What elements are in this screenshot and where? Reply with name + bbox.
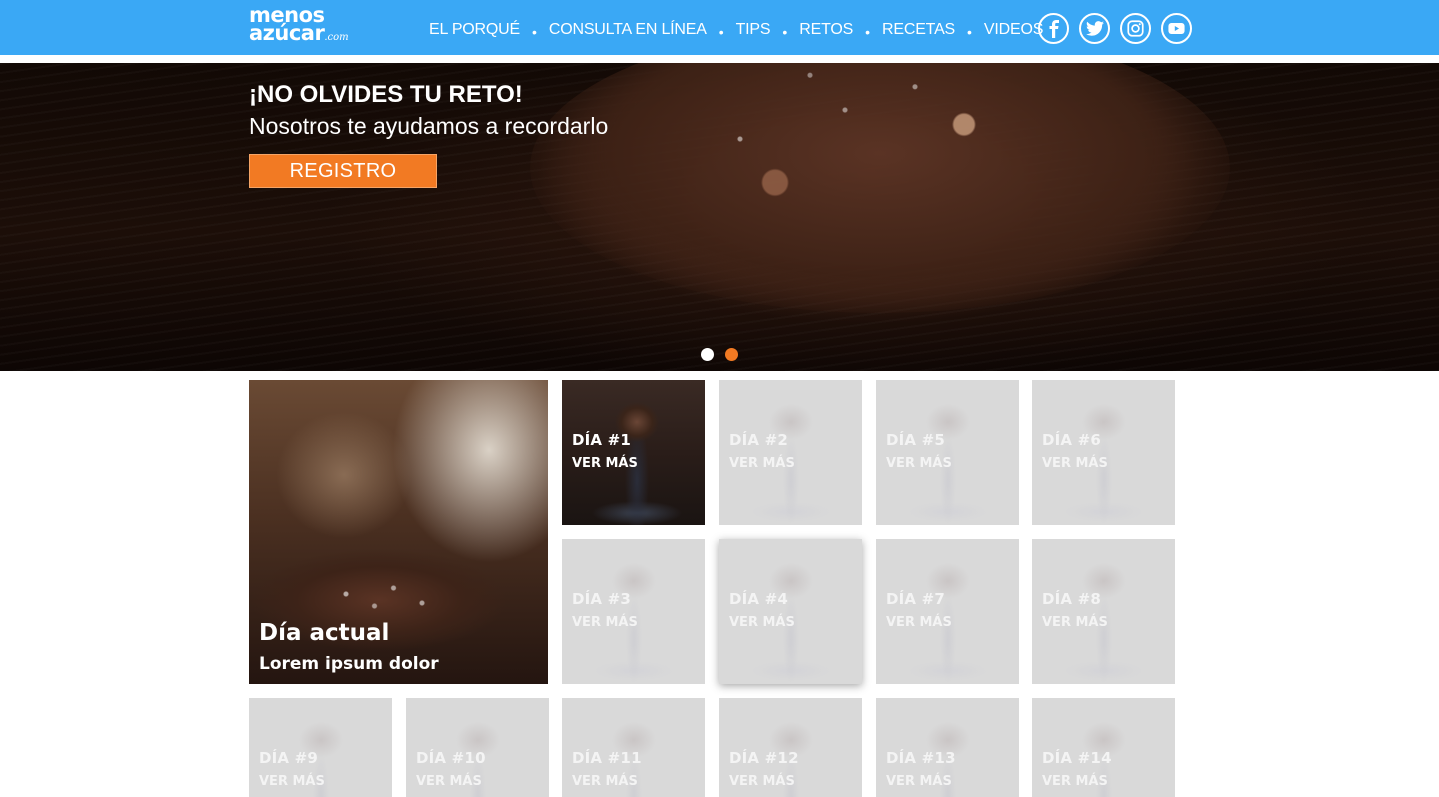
day-card-6[interactable]: DÍA #6 VER MÁS <box>1032 380 1175 525</box>
day-card-link[interactable]: VER MÁS <box>729 456 795 471</box>
day-card-link[interactable]: VER MÁS <box>729 615 795 630</box>
youtube-icon[interactable] <box>1161 13 1192 44</box>
cupcake-image <box>562 539 705 684</box>
day-card-title: DÍA #7 <box>886 590 946 608</box>
cupcake-image <box>876 380 1019 525</box>
day-card-link[interactable]: VER MÁS <box>886 774 952 789</box>
nav-separator: • <box>782 23 788 40</box>
day-card-link[interactable]: VER MÁS <box>259 774 325 789</box>
day-card-4[interactable]: DÍA #4 VER MÁS <box>719 539 862 684</box>
logo-line-2: azúcar.com <box>249 23 384 44</box>
day-card-link[interactable]: VER MÁS <box>886 615 952 630</box>
day-card-12[interactable]: DÍA #12 VER MÁS <box>719 698 862 797</box>
nav-item-videos[interactable]: VIDEOS <box>984 21 1043 39</box>
day-card-link[interactable]: VER MÁS <box>886 456 952 471</box>
carousel-dot-2[interactable] <box>725 348 738 361</box>
nav-item-retos[interactable]: RETOS <box>799 21 853 39</box>
day-card-title: DÍA #10 <box>416 749 486 767</box>
nav-item-recetas[interactable]: RECETAS <box>882 21 955 39</box>
nav-item-el-porque[interactable]: EL PORQUÉ <box>429 21 520 39</box>
day-card-10[interactable]: DÍA #10 VER MÁS <box>406 698 549 797</box>
day-card-link[interactable]: VER MÁS <box>416 774 482 789</box>
current-day-card[interactable]: Día actual Lorem ipsum dolor <box>249 380 548 684</box>
day-card-link[interactable]: VER MÁS <box>572 456 638 471</box>
social-links <box>1038 13 1192 44</box>
cupcake-image <box>719 380 862 525</box>
day-card-14[interactable]: DÍA #14 VER MÁS <box>1032 698 1175 797</box>
day-card-title: DÍA #13 <box>886 749 956 767</box>
day-card-9[interactable]: DÍA #9 VER MÁS <box>249 698 392 797</box>
day-card-link[interactable]: VER MÁS <box>572 774 638 789</box>
register-button[interactable]: REGISTRO <box>249 154 437 188</box>
day-card-title: DÍA #6 <box>1042 431 1102 449</box>
nav-separator: • <box>718 23 724 40</box>
day-card-link[interactable]: VER MÁS <box>1042 615 1108 630</box>
hero-banner: ¡NO OLVIDES TU RETO! Nosotros te ayudamo… <box>0 63 1439 371</box>
day-card-13[interactable]: DÍA #13 VER MÁS <box>876 698 1019 797</box>
current-day-title: Día actual <box>259 620 390 646</box>
day-card-title: DÍA #14 <box>1042 749 1112 767</box>
day-card-link[interactable]: VER MÁS <box>1042 456 1108 471</box>
day-card-8[interactable]: DÍA #8 VER MÁS <box>1032 539 1175 684</box>
cupcake-image <box>1032 539 1175 684</box>
day-card-link[interactable]: VER MÁS <box>1042 774 1108 789</box>
logo-suffix: .com <box>324 32 349 43</box>
twitter-icon[interactable] <box>1079 13 1110 44</box>
carousel-dot-1[interactable] <box>701 348 714 361</box>
cupcake-image <box>1032 380 1175 525</box>
day-card-title: DÍA #9 <box>259 749 319 767</box>
cupcake-image <box>876 539 1019 684</box>
nav-item-tips[interactable]: TIPS <box>736 21 771 39</box>
main-nav: EL PORQUÉ • CONSULTA EN LÍNEA • TIPS • R… <box>429 0 1043 59</box>
cupcake-image <box>719 539 862 684</box>
day-card-3[interactable]: DÍA #3 VER MÁS <box>562 539 705 684</box>
instagram-icon[interactable] <box>1120 13 1151 44</box>
day-card-title: DÍA #4 <box>729 590 789 608</box>
nav-item-consulta-en-linea[interactable]: CONSULTA EN LÍNEA <box>549 21 707 39</box>
hero-title: ¡NO OLVIDES TU RETO! <box>249 81 523 108</box>
site-header: menos azúcar.com EL PORQUÉ • CONSULTA EN… <box>0 0 1439 59</box>
day-card-link[interactable]: VER MÁS <box>729 774 795 789</box>
day-card-link[interactable]: VER MÁS <box>572 615 638 630</box>
day-card-title: DÍA #1 <box>572 431 632 449</box>
day-card-title: DÍA #8 <box>1042 590 1102 608</box>
day-card-7[interactable]: DÍA #7 VER MÁS <box>876 539 1019 684</box>
day-card-11[interactable]: DÍA #11 VER MÁS <box>562 698 705 797</box>
current-day-subtitle: Lorem ipsum dolor <box>259 654 439 674</box>
carousel-dots <box>701 348 738 361</box>
day-card-title: DÍA #3 <box>572 590 632 608</box>
cupcake-image <box>562 380 705 525</box>
hero-subtitle: Nosotros te ayudamos a recordarlo <box>249 113 609 139</box>
day-card-title: DÍA #12 <box>729 749 799 767</box>
nav-separator: • <box>865 23 871 40</box>
day-card-2[interactable]: DÍA #2 VER MÁS <box>719 380 862 525</box>
day-card-1[interactable]: DÍA #1 VER MÁS <box>562 380 705 525</box>
day-card-title: DÍA #2 <box>729 431 789 449</box>
facebook-icon[interactable] <box>1038 13 1069 44</box>
logo-line-2-text: azúcar <box>249 21 325 45</box>
nav-separator: • <box>967 23 972 40</box>
day-card-5[interactable]: DÍA #5 VER MÁS <box>876 380 1019 525</box>
site-logo[interactable]: menos azúcar.com <box>249 5 384 49</box>
day-card-title: DÍA #5 <box>886 431 946 449</box>
nav-separator: • <box>531 23 537 40</box>
day-card-title: DÍA #11 <box>572 749 642 767</box>
